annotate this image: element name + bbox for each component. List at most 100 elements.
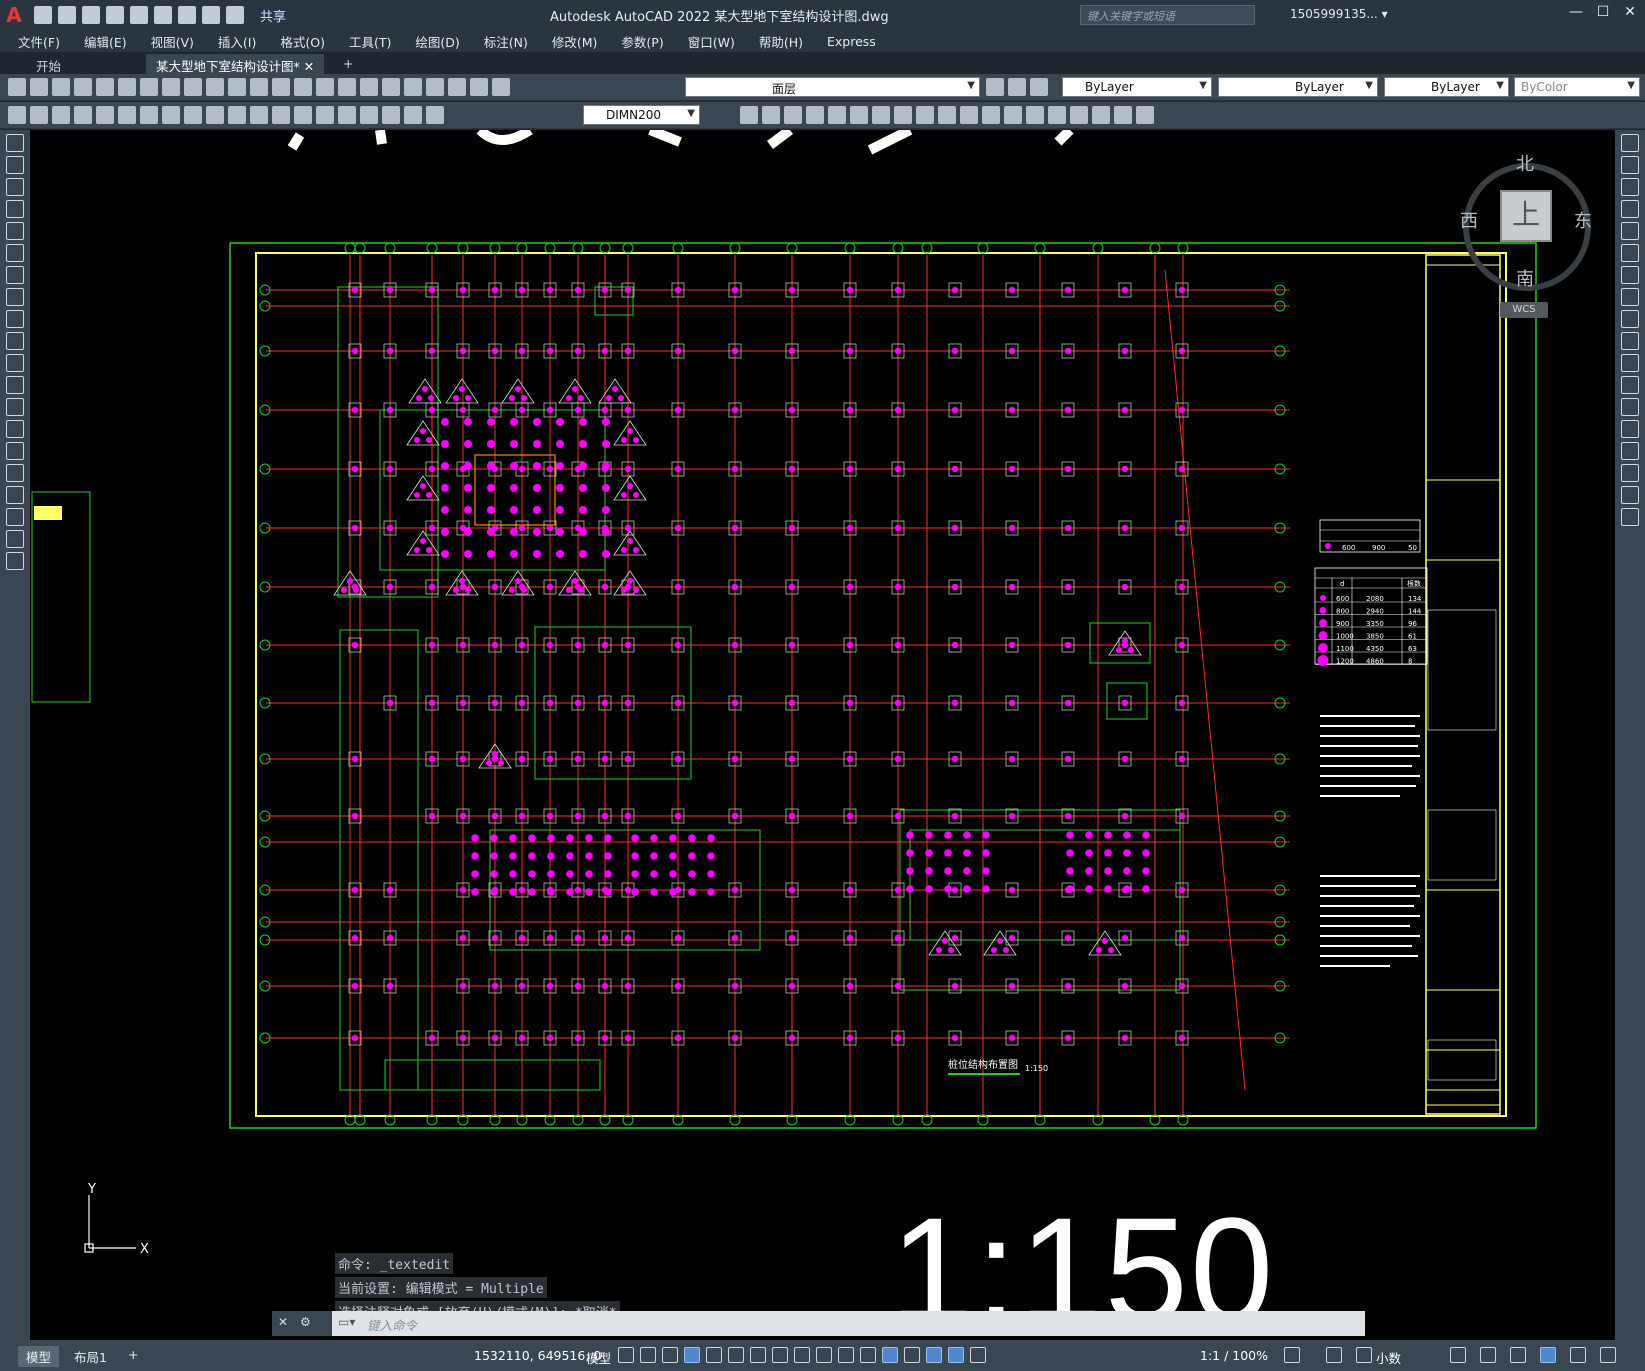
annotation-visibility-icon[interactable] <box>948 1347 964 1363</box>
dim-continue-icon[interactable] <box>228 106 246 124</box>
qnew-icon[interactable] <box>8 78 26 96</box>
trim-icon[interactable] <box>938 106 956 124</box>
save-web-icon[interactable] <box>154 6 172 24</box>
open-icon[interactable] <box>30 78 48 96</box>
construction-line-icon[interactable] <box>6 156 24 174</box>
polar-icon[interactable] <box>706 1347 722 1363</box>
dim-break-icon[interactable] <box>272 106 290 124</box>
make-block-icon[interactable] <box>6 398 24 416</box>
calc-icon[interactable] <box>448 78 466 96</box>
rectangle-icon[interactable] <box>6 222 24 240</box>
dim-update-icon[interactable] <box>426 106 444 124</box>
array-icon[interactable] <box>1621 222 1639 240</box>
units-icon[interactable] <box>1356 1347 1372 1363</box>
rotate-icon[interactable] <box>872 106 890 124</box>
move-icon[interactable] <box>1621 244 1639 262</box>
mtext-icon[interactable] <box>6 530 24 548</box>
paste-icon[interactable] <box>184 78 202 96</box>
copy-obj-icon[interactable] <box>762 106 780 124</box>
inspect-icon[interactable] <box>338 106 356 124</box>
dim-diameter-icon[interactable] <box>140 106 158 124</box>
layer-match-icon[interactable] <box>1030 78 1048 96</box>
line-icon[interactable] <box>6 134 24 152</box>
plot-icon[interactable] <box>178 6 196 24</box>
minimize-icon[interactable]: — <box>1565 4 1587 26</box>
add-tab-button[interactable]: + <box>333 54 363 74</box>
menu-format[interactable]: 格式(O) <box>280 32 325 51</box>
viewcube-top-face[interactable]: 上 <box>1500 190 1552 242</box>
table-icon[interactable] <box>6 508 24 526</box>
ortho-icon[interactable] <box>684 1347 700 1363</box>
menu-view[interactable]: 视图(V) <box>151 32 194 51</box>
match-prop-icon[interactable] <box>206 78 224 96</box>
dynamic-ucs-icon[interactable] <box>882 1347 898 1363</box>
lineweight-combo[interactable]: ByLayer ▼ <box>1384 77 1509 97</box>
rotate-icon[interactable] <box>1621 266 1639 284</box>
dim-space-icon[interactable] <box>250 106 268 124</box>
circle-icon[interactable] <box>6 266 24 284</box>
arc-icon[interactable] <box>6 244 24 262</box>
close-tab-icon[interactable]: ✕ <box>304 59 314 74</box>
dimstyle-combo[interactable]: DIMN200 ▼ <box>583 105 700 125</box>
open-web-icon[interactable] <box>130 6 148 24</box>
layer-iso-icon[interactable] <box>1008 78 1026 96</box>
stretch-icon[interactable] <box>1621 310 1639 328</box>
plot-icon[interactable] <box>74 78 92 96</box>
annotation-monitor-icon[interactable] <box>1326 1347 1342 1363</box>
gradient-icon[interactable] <box>6 464 24 482</box>
viewcube-west[interactable]: 西 <box>1460 207 1478 233</box>
array-icon[interactable] <box>828 106 846 124</box>
insert-icon[interactable] <box>1114 106 1132 124</box>
block-icon[interactable] <box>1092 106 1110 124</box>
preview-icon[interactable] <box>96 78 114 96</box>
search-input[interactable]: 键入关键字或短语 <box>1080 5 1255 25</box>
publish-icon[interactable] <box>118 78 136 96</box>
dim-arc-icon[interactable] <box>52 106 70 124</box>
menu-draw[interactable]: 绘图(D) <box>415 32 459 51</box>
redo-icon[interactable] <box>250 78 268 96</box>
isodraft-icon[interactable] <box>728 1347 744 1363</box>
jogged-linear-icon[interactable] <box>360 106 378 124</box>
dim-ordinate-icon[interactable] <box>74 106 92 124</box>
dim-linear-icon[interactable] <box>8 106 26 124</box>
quick-props-icon[interactable] <box>1450 1347 1466 1363</box>
pan-icon[interactable] <box>272 78 290 96</box>
dim-angular-icon[interactable] <box>162 106 180 124</box>
hatch-icon[interactable] <box>6 442 24 460</box>
ellipse-icon[interactable] <box>6 332 24 350</box>
command-input[interactable]: 键入命令 <box>367 1315 417 1334</box>
region-icon[interactable] <box>6 486 24 504</box>
polygon-icon[interactable] <box>6 200 24 218</box>
move-icon[interactable] <box>850 106 868 124</box>
autoscale-icon[interactable] <box>970 1347 986 1363</box>
close-command-icon[interactable]: ✕ <box>278 1315 288 1329</box>
explode-icon[interactable] <box>1070 106 1088 124</box>
save-as-icon[interactable] <box>106 6 124 24</box>
menu-dimension[interactable]: 标注(N) <box>484 32 528 51</box>
model-space-canvas[interactable]: 600 900 50 根数 d 600 2080 134 800 2940 144 900 3… <box>30 130 1615 1340</box>
hardware-accel-icon[interactable] <box>1540 1347 1556 1363</box>
cut-icon[interactable] <box>140 78 158 96</box>
3dosnap-icon[interactable] <box>860 1347 876 1363</box>
sheet-set-icon[interactable] <box>426 78 444 96</box>
grid-icon[interactable] <box>618 1347 634 1363</box>
explode-icon[interactable] <box>1621 508 1639 526</box>
dim-baseline-icon[interactable] <box>206 106 224 124</box>
undo-icon[interactable] <box>228 78 246 96</box>
scale-icon[interactable] <box>894 106 912 124</box>
xref-icon[interactable] <box>1136 106 1154 124</box>
join-icon[interactable] <box>1621 420 1639 438</box>
dim-edit-icon[interactable] <box>382 106 400 124</box>
trim-icon[interactable] <box>1621 332 1639 350</box>
spline-icon[interactable] <box>6 310 24 328</box>
transparency-icon[interactable] <box>816 1347 832 1363</box>
selection-cycling-icon[interactable] <box>838 1347 854 1363</box>
break-point-icon[interactable] <box>1621 376 1639 394</box>
linetype-combo[interactable]: ByLayer ▼ <box>1218 77 1378 97</box>
tab-start[interactable]: 开始 <box>26 54 71 74</box>
extend-icon[interactable] <box>960 106 978 124</box>
viewcube-east[interactable]: 东 <box>1574 207 1592 233</box>
stretch-icon[interactable] <box>916 106 934 124</box>
tab-layout1[interactable]: 布局1 <box>66 1346 115 1367</box>
menu-help[interactable]: 帮助(H) <box>759 32 803 51</box>
